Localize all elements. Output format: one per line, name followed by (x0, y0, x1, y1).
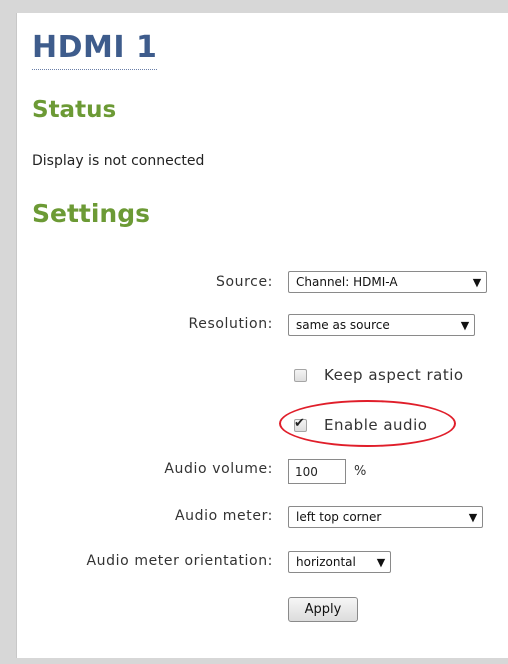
highlight-ring (279, 400, 456, 447)
source-select[interactable]: Channel: HDMI-A ▼ (288, 271, 487, 293)
dropdown-arrow-icon: ▼ (468, 510, 478, 524)
keep-aspect-ratio-checkbox[interactable] (294, 368, 307, 382)
keep-aspect-ratio-label: Keep aspect ratio (324, 366, 464, 384)
status-heading: Status (32, 97, 117, 123)
audio-volume-unit: % (354, 464, 367, 479)
audio-meter-orientation-label: Audio meter orientation: (86, 553, 273, 569)
frame-border-top (0, 0, 508, 13)
keep-aspect-ratio-row[interactable]: Keep aspect ratio (294, 366, 464, 384)
frame-border-bottom (0, 658, 508, 664)
audio-volume-input[interactable]: 100 (288, 459, 346, 484)
page-title: HDMI 1 (32, 28, 158, 70)
frame-border-left (0, 0, 16, 664)
audio-meter-orientation-select[interactable]: horizontal ▼ (288, 551, 391, 573)
audio-meter-label: Audio meter: (174, 508, 273, 524)
hdmi-settings-page: HDMI 1 Status Display is not connected S… (0, 0, 508, 664)
resolution-select-value: same as source (296, 318, 390, 332)
apply-button[interactable]: Apply (288, 597, 358, 622)
audio-meter-select-value: left top corner (296, 510, 382, 524)
audio-meter-orientation-select-value: horizontal (296, 555, 356, 569)
status-text: Display is not connected (32, 153, 205, 169)
source-select-value: Channel: HDMI-A (296, 275, 398, 289)
dropdown-arrow-icon: ▼ (376, 555, 386, 569)
resolution-select[interactable]: same as source ▼ (288, 314, 475, 336)
source-label: Source: (215, 274, 273, 290)
resolution-label: Resolution: (188, 316, 273, 332)
dropdown-arrow-icon: ▼ (472, 275, 482, 289)
panel-edge (16, 13, 17, 658)
dropdown-arrow-icon: ▼ (460, 318, 470, 332)
audio-volume-label: Audio volume: (164, 461, 273, 477)
settings-heading: Settings (32, 199, 151, 228)
audio-meter-select[interactable]: left top corner ▼ (288, 506, 483, 528)
